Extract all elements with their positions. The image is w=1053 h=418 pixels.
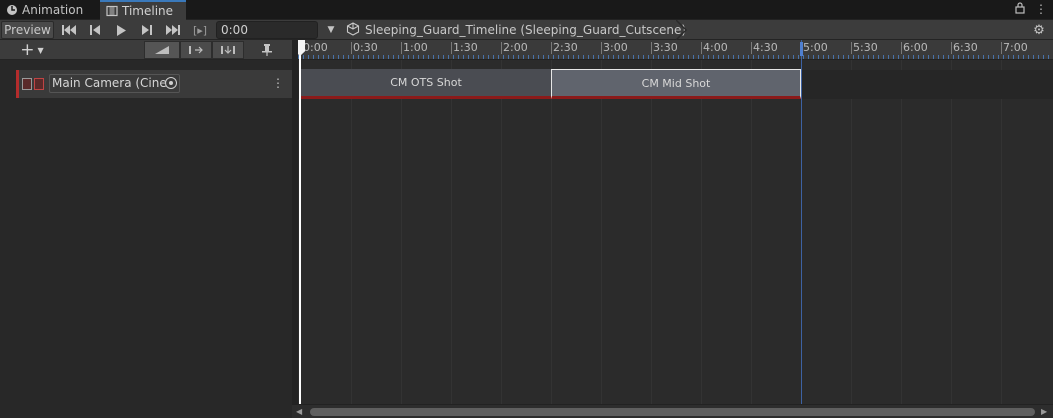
timeline-area[interactable]: 0:00 0:30 1:00 1:30 2:00 2:30 3:00 3:30 4:00 4:30…: [298, 40, 1053, 404]
tab-label: Animation: [22, 3, 84, 17]
track-icons: [22, 78, 44, 90]
pin-icon[interactable]: [256, 41, 278, 59]
preview-button[interactable]: Preview: [1, 21, 54, 39]
playhead[interactable]: [298, 40, 305, 404]
grid-line: [951, 60, 952, 404]
ruler-tick-label: 4:30: [753, 41, 778, 54]
ruler-major-tick: [901, 42, 902, 54]
ruler-major-tick: [951, 42, 952, 54]
grid-line: [1001, 60, 1002, 404]
ruler-tick-label: 3:30: [653, 41, 678, 54]
grid-line: [651, 60, 652, 404]
grid-line: [501, 60, 502, 404]
ruler-tick-label: 7:00: [1003, 41, 1028, 54]
ripple-mode-icon[interactable]: [180, 41, 212, 59]
ruler-major-tick: [651, 42, 652, 54]
ruler-tick-label: 0:00: [303, 41, 328, 54]
object-picker-icon[interactable]: [165, 77, 177, 89]
horizontal-scrollbar[interactable]: ◀ ▶: [292, 404, 1053, 418]
breadcrumb-arrow-icon: [676, 20, 688, 40]
ruler-tick-label: 4:00: [703, 41, 728, 54]
play-icon[interactable]: [109, 21, 133, 39]
grid-line: [751, 60, 752, 404]
more-options-icon[interactable]: ⋮: [1035, 2, 1047, 17]
time-ruler[interactable]: 0:00 0:30 1:00 1:30 2:00 2:30 3:00 3:30 4:00 4:30…: [298, 40, 1053, 60]
track-header-toolbar: + ▼: [0, 40, 292, 60]
ruler-major-tick: [601, 42, 602, 54]
ruler-major-tick: [351, 42, 352, 54]
ruler-tick-label: 3:00: [603, 41, 628, 54]
grid-line: [701, 60, 702, 404]
ruler-major-tick: [701, 42, 702, 54]
grid-line: [451, 60, 452, 404]
next-frame-icon[interactable]: [135, 21, 159, 39]
ruler-minor-ticks: [298, 55, 1053, 59]
end-marker-handle[interactable]: [800, 42, 803, 56]
cinemachine-icon: [34, 78, 44, 90]
ruler-major-tick: [1001, 42, 1002, 54]
go-to-end-icon[interactable]: [161, 21, 185, 39]
track-menu-icon[interactable]: ⋮: [272, 76, 284, 90]
previous-frame-icon[interactable]: [83, 21, 107, 39]
grid-line: [601, 60, 602, 404]
track-panel-footer: [0, 404, 292, 418]
chevron-down-icon[interactable]: ▼: [323, 21, 339, 39]
breadcrumb[interactable]: Sleeping_Guard_Timeline (Sleeping_Guard_…: [346, 20, 686, 40]
current-time-field[interactable]: 0:00: [216, 21, 318, 39]
ruler-tick-label: 6:00: [903, 41, 928, 54]
grid-line: [401, 60, 402, 404]
timeline-asset-icon: [346, 21, 360, 39]
ruler-major-tick: [751, 42, 752, 54]
window-tab-bar: Animation Timeline ⋮: [0, 0, 1053, 20]
scrollbar-thumb[interactable]: [310, 408, 1035, 416]
go-to-start-icon[interactable]: [57, 21, 81, 39]
grid-line: [351, 60, 352, 404]
window-controls: ⋮: [1015, 2, 1047, 17]
lock-icon[interactable]: [1015, 2, 1025, 17]
timeline-clip[interactable]: CM OTS Shot: [301, 69, 551, 99]
tab-timeline[interactable]: Timeline: [100, 0, 186, 20]
timeline-clip[interactable]: CM Mid Shot: [551, 69, 801, 99]
ruler-tick-label: 2:30: [553, 41, 578, 54]
ruler-tick-label: 5:00: [803, 41, 828, 54]
grid-line: [551, 60, 552, 404]
ruler-tick-label: 2:00: [503, 41, 528, 54]
grid-line: [851, 60, 852, 404]
ruler-major-tick: [401, 42, 402, 54]
timeline-end-marker: [801, 40, 802, 404]
tab-label: Timeline: [122, 4, 174, 18]
ruler-tick-label: 6:30: [953, 41, 978, 54]
scroll-left-arrow-icon[interactable]: ◀: [296, 407, 304, 417]
snap-mode-icon[interactable]: [212, 41, 244, 59]
breadcrumb-label: Sleeping_Guard_Timeline (Sleeping_Guard_…: [365, 23, 687, 37]
cinemachine-track-header[interactable]: Main Camera (Cine ⋮: [16, 70, 292, 98]
camera-icon: [22, 78, 32, 90]
ruler-tick-label: 1:00: [403, 41, 428, 54]
track-list-panel: Main Camera (Cine ⋮: [0, 60, 292, 404]
ruler-major-tick: [551, 42, 552, 54]
ruler-major-tick: [451, 42, 452, 54]
gear-icon[interactable]: ⚙: [1031, 22, 1047, 38]
ruler-tick-label: 5:30: [853, 41, 878, 54]
plus-icon: +: [20, 40, 35, 60]
chevron-down-icon: ▼: [37, 45, 44, 55]
tab-animation[interactable]: Animation: [0, 0, 96, 20]
ruler-tick-label: 0:30: [353, 41, 378, 54]
ruler-major-tick: [851, 42, 852, 54]
ruler-tick-label: 1:30: [453, 41, 478, 54]
timeline-film-icon: [106, 5, 118, 17]
frame-range-toggle[interactable]: [▸]: [188, 21, 212, 39]
animation-clock-icon: [6, 4, 18, 16]
add-track-button[interactable]: + ▼: [14, 41, 50, 59]
track-binding-label: Main Camera (Cine: [52, 76, 167, 90]
scroll-right-arrow-icon[interactable]: ▶: [1041, 407, 1049, 417]
grid-line: [901, 60, 902, 404]
timeline-toolbar: Preview [▸] 0:00 ▼ Sleeping_Guard_Timeli…: [0, 20, 1053, 40]
curve-mode-icon[interactable]: [144, 41, 180, 59]
ruler-major-tick: [501, 42, 502, 54]
